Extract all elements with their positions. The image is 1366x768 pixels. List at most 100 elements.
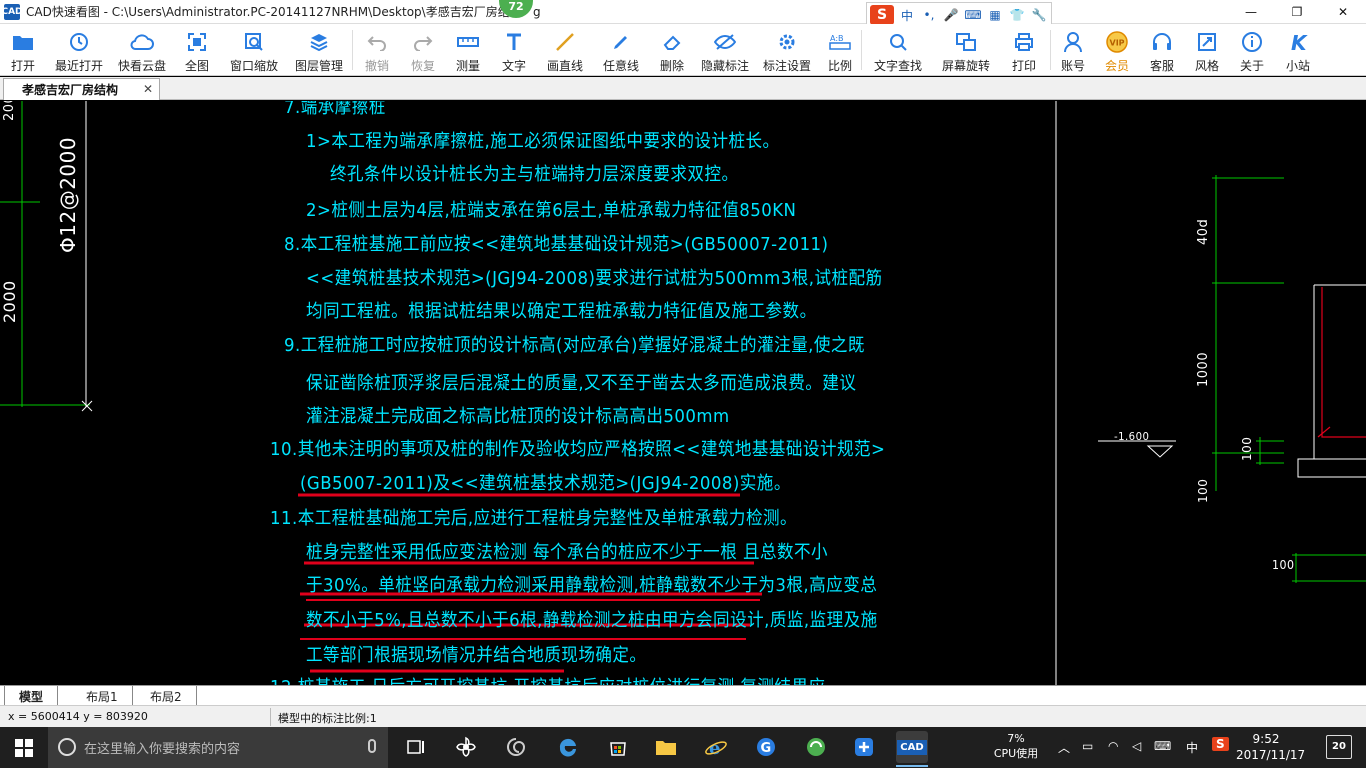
maximize-button[interactable]: ❐ [1274, 0, 1320, 24]
open-button[interactable]: 打开 [0, 24, 46, 76]
dimension-label: 40d [1196, 218, 1211, 245]
rotate-screen-button[interactable]: 屏幕旋转 [934, 24, 998, 76]
swirl-app-icon[interactable] [500, 731, 532, 763]
note-line: 灌注混凝土完成面之标高比桩顶的设计标高高出500mm [306, 406, 730, 427]
main-toolbar: 打开 最近打开 快看云盘 全图 窗口缩放 图层管理 撤销 恢复 测量 文字 画直… [0, 24, 1366, 76]
document-tab[interactable]: 孝感吉宏厂房结构 ✕ [3, 78, 160, 100]
note-line: 数不小于5%,且总数不小于6根,静载检测之桩由甲方会同设计,质监,监理及施 [306, 610, 878, 631]
file-explorer-icon[interactable] [650, 731, 682, 763]
green-g-app-icon[interactable]: G [750, 731, 782, 763]
info-icon [1240, 30, 1264, 54]
browser-360-icon[interactable] [800, 731, 832, 763]
mark-settings-button[interactable]: 标注设置 [755, 24, 819, 76]
close-tab-icon[interactable]: ✕ [143, 82, 153, 96]
dimension-label: 2000 [2, 101, 17, 121]
settings-gear-icon [775, 30, 799, 54]
freeline-button[interactable]: 任意线 [593, 24, 649, 76]
menu-grid-icon[interactable]: ▦ [986, 8, 1004, 22]
ruler-icon [456, 30, 480, 54]
keyboard-icon[interactable]: ⌨ [964, 8, 982, 22]
site-button[interactable]: K 小站 [1275, 24, 1321, 76]
volume-icon[interactable]: ◁ [1132, 739, 1141, 753]
title-bar: CAD CAD快速看图 - C:\Users\Administrator.PC-… [0, 0, 1366, 28]
app-logo-icon: CAD [1, 3, 23, 20]
elevation-label: -1.600 [1114, 430, 1150, 443]
note-line: 10.其他未注明的事项及桩的制作及验收均应严格按照<<建筑地基基础设计规范> [270, 439, 886, 460]
drawing-canvas[interactable]: 2000 2000 Φ12@2000 40d 1000 100 100 100 … [0, 101, 1366, 685]
print-button[interactable]: 打印 [998, 24, 1050, 76]
fan-app-icon[interactable] [450, 731, 482, 763]
minimize-button[interactable]: — [1228, 0, 1274, 24]
text-button[interactable]: 文字 [491, 24, 537, 76]
dimension-label: 1000 [1196, 351, 1211, 387]
tray-chevron-up-icon[interactable]: ︿ [1058, 739, 1070, 756]
draw-line-button[interactable]: 画直线 [537, 24, 593, 76]
blue-plus-app-icon[interactable] [848, 731, 880, 763]
skin-shirt-icon[interactable]: 👕 [1008, 8, 1026, 22]
tab-model[interactable]: 模型 [4, 686, 59, 706]
sogou-logo-icon[interactable]: S [870, 5, 894, 25]
recent-button[interactable]: 最近打开 [46, 24, 112, 76]
undo-icon [365, 30, 389, 54]
keyboard-icon[interactable]: ⌨ [1154, 739, 1171, 753]
about-button[interactable]: 关于 [1229, 24, 1275, 76]
tray-ime-indicator[interactable]: 中 [1186, 739, 1198, 756]
microphone-icon[interactable]: 🎤 [942, 8, 960, 22]
fit-screen-icon [185, 30, 209, 54]
find-text-button[interactable]: 文字查找 [862, 24, 934, 76]
note-line: 终孔条件以设计桩长为主与桩端持力层深度要求双控。 [330, 164, 739, 185]
style-button[interactable]: 风格 [1185, 24, 1229, 76]
wifi-icon[interactable]: ◠ [1108, 739, 1118, 753]
microphone-icon[interactable] [368, 739, 376, 753]
cortana-circle-icon [58, 738, 76, 756]
layer-manager-button[interactable]: 图层管理 [286, 24, 352, 76]
fit-all-button[interactable]: 全图 [172, 24, 222, 76]
account-button[interactable]: 账号 [1051, 24, 1095, 76]
task-view-icon[interactable] [400, 731, 432, 763]
note-line: 11.本工程桩基础施工完后,应进行工程桩身完整性及单桩承载力检测。 [270, 508, 798, 529]
cloud-icon [130, 30, 154, 54]
rebar-hook [1317, 426, 1331, 438]
cloud-drive-button[interactable]: 快看云盘 [112, 24, 172, 76]
support-button[interactable]: 客服 [1139, 24, 1185, 76]
sogou-tray-icon[interactable]: S [1212, 737, 1229, 751]
note-line: 2>桩侧土层为4层,桩端支承在第6层土,单桩承载力特征值850KN [306, 200, 797, 221]
scale-button[interactable]: A:B 比例 [819, 24, 861, 76]
ie-browser-icon[interactable]: e [700, 731, 732, 763]
wrench-icon[interactable]: 🔧 [1030, 8, 1048, 22]
delete-button[interactable]: 删除 [649, 24, 695, 76]
note-line: 保证凿除桩顶浮浆层后混凝土的质量,又不至于凿去太多而造成浪费。建议 [306, 373, 857, 394]
dimension-label: 100 [1272, 558, 1295, 572]
store-bag-icon[interactable] [602, 731, 634, 763]
dimension-label: 2000 [0, 280, 19, 323]
undo-button[interactable]: 撤销 [353, 24, 401, 76]
tab-layout-2[interactable]: 布局2 [136, 686, 197, 706]
cpu-usage-label: CPU使用 [993, 747, 1039, 760]
taskbar-search-input[interactable]: 在这里输入你要搜索的内容 [48, 727, 388, 768]
redo-button[interactable]: 恢复 [401, 24, 445, 76]
note-line: (GB5007-2011)及<<建筑桩基技术规范>(JGJ94-2008)实施。 [300, 473, 791, 494]
history-icon [67, 30, 91, 54]
status-divider [270, 708, 271, 726]
ime-mode-toggle[interactable]: 中 [898, 7, 916, 24]
ime-punct-toggle[interactable]: •, [920, 8, 938, 22]
cad-viewer-window: CAD CAD快速看图 - C:\Users\Administrator.PC-… [0, 0, 1366, 768]
cpu-usage-widget[interactable]: 7% CPU使用 [986, 731, 1046, 761]
close-button[interactable]: ✕ [1320, 0, 1366, 24]
tab-layout-1[interactable]: 布局1 [72, 686, 133, 706]
layers-icon [307, 30, 331, 54]
rotate-screen-icon [954, 30, 978, 54]
measure-button[interactable]: 测量 [445, 24, 491, 76]
battery-icon[interactable]: ▭ [1082, 739, 1093, 753]
svg-text:VIP: VIP [1110, 39, 1125, 48]
taskbar-search-placeholder: 在这里输入你要搜索的内容 [84, 742, 241, 757]
system-clock[interactable]: 9:52 2017/11/17 [1236, 731, 1305, 763]
edge-browser-icon[interactable] [552, 731, 584, 763]
note-line: 12.桩基施工 日后方可开挖基坑 开挖基坑后应对桩位进行复测 复测结果应 [270, 673, 825, 685]
window-zoom-button[interactable]: 窗口缩放 [222, 24, 286, 76]
cad-viewer-taskbar-app[interactable]: CAD [896, 731, 928, 767]
hide-marks-button[interactable]: 隐藏标注 [695, 24, 755, 76]
vip-button[interactable]: VIP 会员 [1095, 24, 1139, 76]
note-line: 均同工程桩。根据试桩结果以确定工程桩承载力特征值及施工参数。 [306, 301, 817, 322]
start-button[interactable] [0, 727, 48, 768]
